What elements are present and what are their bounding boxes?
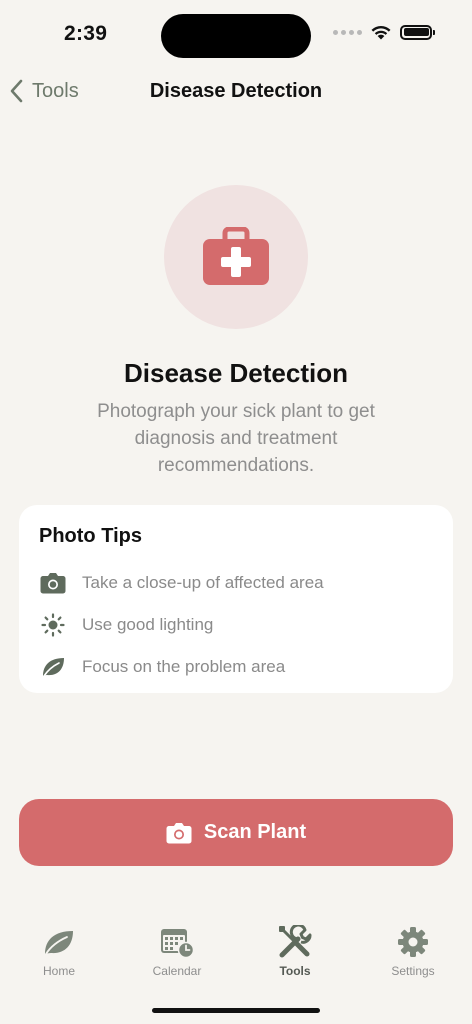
calendar-icon <box>159 924 195 960</box>
tab-label: Calendar <box>152 964 202 978</box>
tip-text: Use good lighting <box>82 615 214 634</box>
page-title: Disease Detection <box>149 80 323 102</box>
wifi-icon <box>371 26 391 40</box>
tab-label: Settings <box>391 964 435 978</box>
tab-bar: Home Calendar Tools Settings <box>0 924 472 994</box>
home-indicator[interactable] <box>152 1008 320 1013</box>
tab-calendar[interactable]: Calendar <box>118 924 236 994</box>
photo-tips-card: Photo Tips Take a close-up of affected a… <box>19 505 453 693</box>
sun-icon <box>39 611 67 639</box>
status-time: 2:39 <box>64 22 108 45</box>
status-bar: 2:39 <box>0 0 472 70</box>
hero-description: Photograph your sick plant to get diagno… <box>97 401 375 476</box>
tab-label: Home <box>42 964 75 978</box>
tab-settings[interactable]: Settings <box>354 924 472 994</box>
dynamic-island <box>161 14 311 58</box>
medkit-icon <box>203 227 269 285</box>
tip-item: Take a close-up of affected area <box>39 562 433 604</box>
tip-text: Focus on the problem area <box>82 657 286 676</box>
leaf-icon <box>41 924 77 960</box>
tip-text: Take a close-up of affected area <box>82 573 324 592</box>
tab-label: Tools <box>279 964 311 978</box>
gear-icon <box>395 924 431 960</box>
battery-icon <box>400 24 435 40</box>
hero-icon-circle <box>164 185 308 329</box>
tip-item: Focus on the problem area <box>39 646 433 688</box>
tab-home[interactable]: Home <box>0 924 118 994</box>
cellular-signal-icon <box>333 29 362 35</box>
tips-title: Photo Tips <box>39 525 142 547</box>
tip-item: Use good lighting <box>39 604 433 646</box>
scan-plant-label: Scan Plant <box>203 821 307 843</box>
camera-icon <box>166 822 192 843</box>
tab-tools[interactable]: Tools <box>236 924 354 994</box>
tools-icon <box>277 924 313 960</box>
navigation-bar: Tools Disease Detection <box>0 70 472 114</box>
camera-icon <box>39 569 67 597</box>
hero-title: Disease Detection <box>124 358 348 388</box>
leaf-icon <box>39 653 67 681</box>
status-icons <box>333 24 435 40</box>
scan-plant-button[interactable]: Scan Plant <box>19 799 453 866</box>
